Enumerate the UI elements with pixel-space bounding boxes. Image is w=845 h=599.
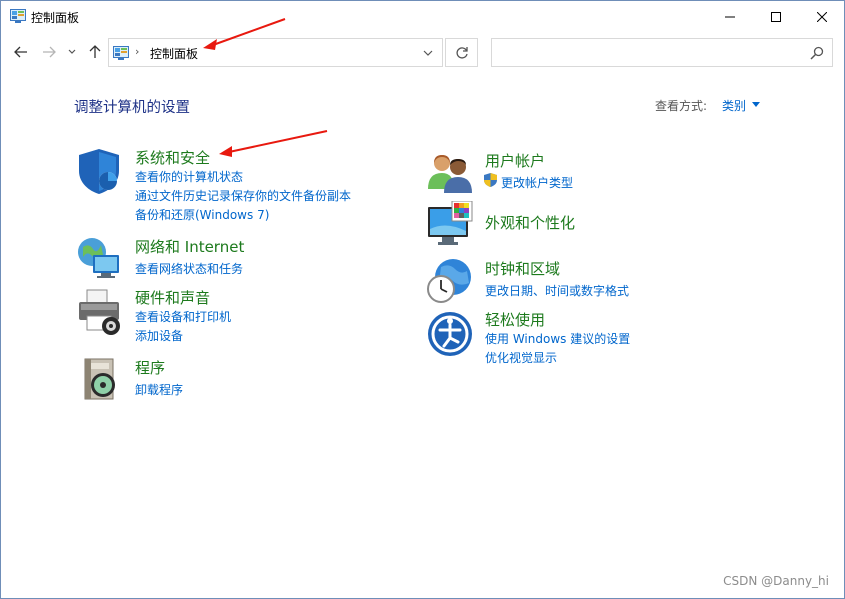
category-title-hardware-sound[interactable]: 硬件和声音 (135, 287, 210, 308)
ease-of-access-icon[interactable] (426, 310, 474, 358)
up-button[interactable] (85, 41, 105, 63)
programs-disc-icon[interactable] (77, 355, 125, 403)
search-icon[interactable] (810, 46, 824, 60)
view-by-dropdown[interactable]: 类别 (722, 97, 746, 114)
link-uninstall-program[interactable]: 卸载程序 (135, 381, 183, 398)
annotation-arrow-system (219, 130, 328, 157)
watermark: CSDN @Danny_hi (723, 574, 829, 588)
link-add-device[interactable]: 添加设备 (135, 327, 183, 344)
category-title-programs[interactable]: 程序 (135, 357, 165, 378)
link-backup-restore[interactable]: 备份和还原(Windows 7) (135, 206, 269, 223)
breadcrumb-separator[interactable]: › (135, 45, 139, 58)
clock-globe-icon[interactable] (425, 257, 473, 305)
category-title-network-internet[interactable]: 网络和 Internet (135, 236, 244, 257)
chevron-down-icon[interactable] (422, 47, 434, 59)
chevron-down-icon[interactable] (752, 102, 760, 107)
minimize-button[interactable] (707, 1, 753, 32)
minimize-icon (725, 16, 735, 17)
page-title: 调整计算机的设置 (74, 100, 190, 116)
close-button[interactable] (799, 1, 845, 32)
arrow-left-icon (14, 46, 27, 58)
window-title: 控制面板 (31, 11, 80, 25)
control-panel-window: 控制面板 › 控制面板 调整计算机的设置 查看方式: 类别 系统和安全 查看你的… (0, 0, 845, 599)
annotation-arrows (203, 18, 328, 157)
view-by-label: 查看方式: (655, 99, 708, 113)
refresh-button[interactable] (445, 38, 478, 67)
link-view-computer-status[interactable]: 查看你的计算机状态 (135, 168, 243, 185)
chevron-down-icon (68, 49, 76, 54)
category-title-appearance[interactable]: 外观和个性化 (485, 212, 575, 233)
link-optimize-visual-display[interactable]: 优化视觉显示 (485, 349, 557, 366)
users-icon[interactable] (426, 149, 474, 197)
control-panel-icon (113, 46, 129, 60)
link-network-status[interactable]: 查看网络状态和任务 (135, 260, 243, 277)
personalization-monitor-icon[interactable] (426, 201, 474, 249)
category-title-user-accounts[interactable]: 用户帐户 (485, 150, 545, 171)
breadcrumb-control-panel[interactable]: 控制面板 (150, 45, 198, 62)
link-change-date-time-format[interactable]: 更改日期、时间或数字格式 (485, 282, 629, 299)
uac-shield-icon (484, 173, 497, 187)
title-bar[interactable]: 控制面板 (1, 1, 844, 32)
printer-icon[interactable] (75, 288, 123, 336)
recent-locations-button[interactable] (65, 41, 79, 63)
link-change-account-type[interactable]: 更改帐户类型 (501, 174, 573, 191)
forward-button[interactable] (39, 41, 59, 63)
back-button[interactable] (11, 41, 31, 63)
refresh-icon (455, 46, 468, 59)
shield-icon[interactable] (75, 147, 123, 195)
category-title-clock-region[interactable]: 时钟和区域 (485, 258, 560, 279)
search-input[interactable] (491, 38, 833, 67)
category-title-system-security[interactable]: 系统和安全 (135, 147, 210, 168)
arrow-right-icon (43, 46, 56, 58)
control-panel-icon (10, 9, 26, 23)
network-globe-icon[interactable] (75, 235, 123, 283)
link-devices-printers[interactable]: 查看设备和打印机 (135, 308, 231, 325)
close-icon (817, 11, 827, 22)
address-bar[interactable]: › 控制面板 (108, 38, 443, 67)
navigation-bar: › 控制面板 (1, 35, 844, 69)
link-file-history-backup[interactable]: 通过文件历史记录保存你的文件备份副本 (135, 187, 351, 204)
maximize-button[interactable] (753, 1, 799, 32)
category-title-ease-of-access[interactable]: 轻松使用 (485, 309, 545, 330)
maximize-icon (771, 11, 781, 22)
arrow-up-icon (89, 45, 101, 58)
link-recommended-settings[interactable]: 使用 Windows 建议的设置 (485, 330, 630, 347)
